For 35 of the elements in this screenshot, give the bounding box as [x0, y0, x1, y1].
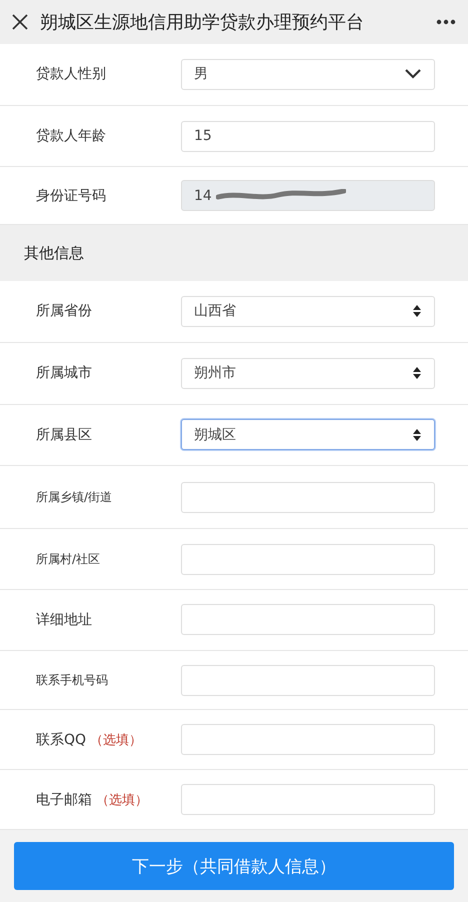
- input-field[interactable]: [181, 724, 435, 756]
- close-icon[interactable]: [12, 14, 28, 30]
- page-title: 朔城区生源地信用助学贷款办理预约平台: [40, 10, 365, 34]
- chevron-down-icon: [404, 68, 422, 80]
- input-field[interactable]: [181, 544, 435, 575]
- next-button[interactable]: 下一步（共同借款人信息）: [14, 842, 454, 890]
- input-field[interactable]: [181, 482, 435, 513]
- field-label: 联系QQ: [36, 730, 86, 749]
- field-label: 所属村/社区: [36, 550, 102, 568]
- input-field[interactable]: [181, 664, 435, 696]
- select-field[interactable]: 男: [181, 58, 435, 90]
- more-icon[interactable]: [436, 18, 456, 25]
- field-label: 电子邮箱: [36, 790, 92, 809]
- field-label: 贷款人性别: [36, 65, 107, 84]
- optional-note: （选填）: [96, 792, 148, 809]
- select-field[interactable]: 山西省: [181, 296, 435, 327]
- field-label: 联系手机号码: [36, 672, 109, 689]
- field-label: 所属城市: [36, 364, 93, 382]
- field-label: 所属县区: [36, 426, 93, 444]
- field-label: 身份证号码: [36, 186, 107, 205]
- input-field[interactable]: 14: [181, 180, 435, 212]
- sort-icon: [412, 428, 422, 442]
- input-field[interactable]: 15: [181, 120, 435, 152]
- field-label: 贷款人年龄: [36, 127, 107, 146]
- field-label: 所属乡镇/街道: [36, 488, 114, 506]
- section-title: 其他信息: [24, 244, 84, 263]
- select-field[interactable]: 朔城区: [181, 419, 435, 450]
- optional-note: （选填）: [90, 732, 142, 749]
- select-field[interactable]: 朔州市: [181, 358, 435, 389]
- field-label: 所属省份: [36, 302, 93, 320]
- sort-icon: [412, 304, 422, 318]
- sort-icon: [412, 366, 422, 380]
- field-label: 详细地址: [36, 610, 93, 629]
- input-field[interactable]: [181, 784, 435, 816]
- input-field[interactable]: [181, 604, 435, 636]
